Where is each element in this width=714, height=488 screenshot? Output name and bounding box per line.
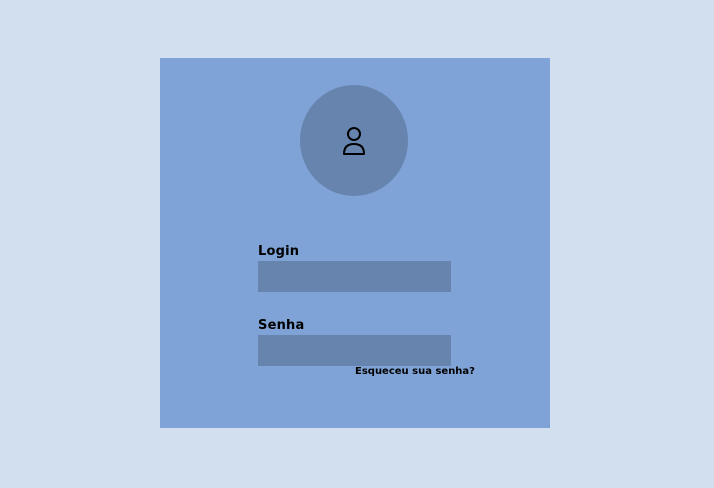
- user-icon: [343, 126, 365, 155]
- forgot-password-link[interactable]: Esqueceu sua senha?: [355, 365, 475, 378]
- avatar: [300, 85, 408, 196]
- login-card: Login Senha Esqueceu sua senha?: [160, 58, 550, 428]
- login-label: Login: [258, 244, 300, 259]
- senha-label: Senha: [258, 318, 305, 333]
- senha-input[interactable]: [258, 335, 451, 366]
- login-input[interactable]: [258, 261, 451, 292]
